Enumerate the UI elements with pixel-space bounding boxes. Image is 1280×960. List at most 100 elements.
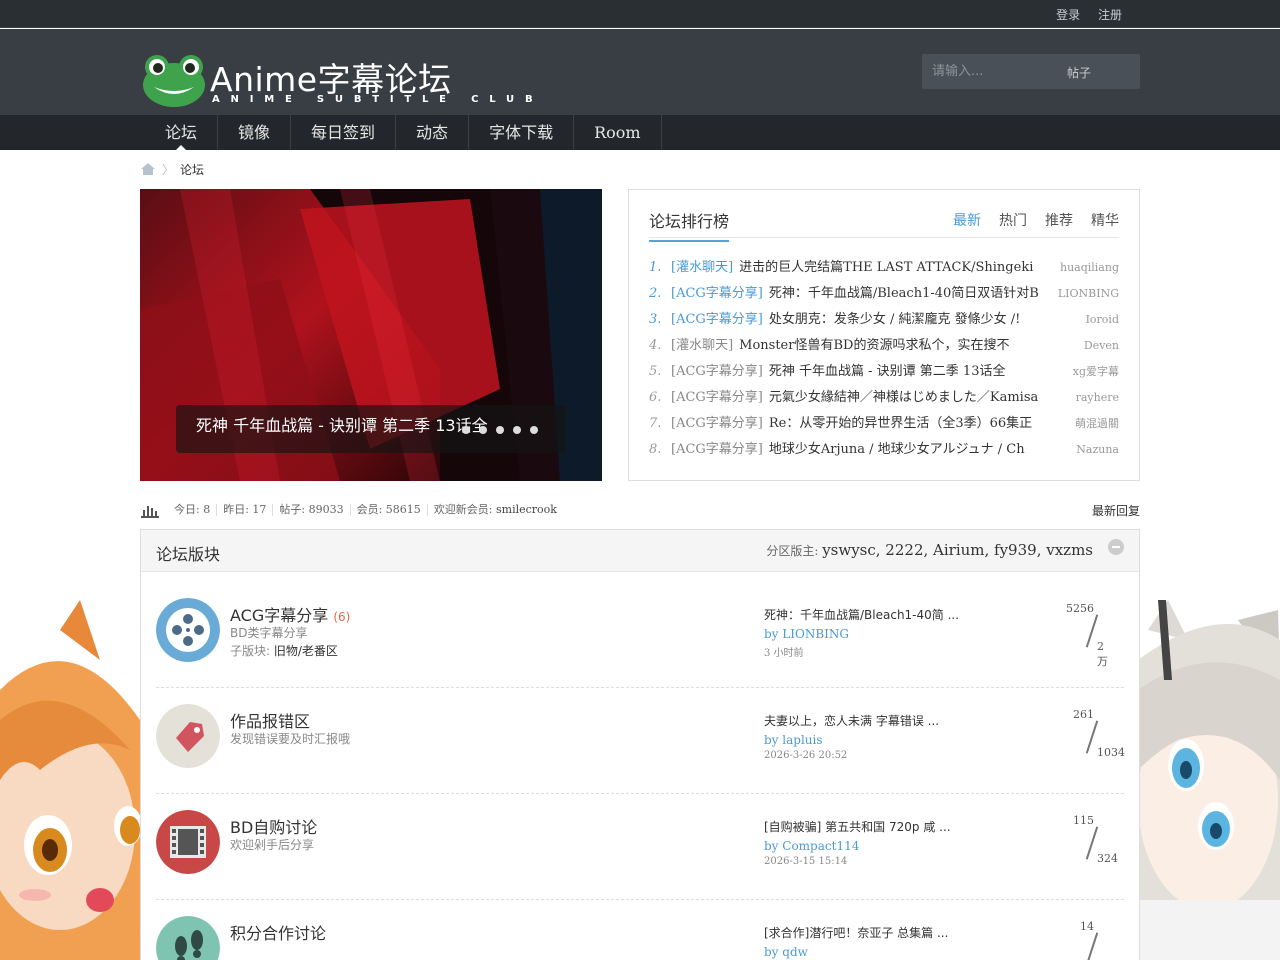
ranking-list: 1. [灌水聊天] 进击的巨人完结篇THE LAST ATTACK/Shingeki… — [649, 256, 1119, 464]
search-box: 帖子 — [922, 54, 1140, 89]
tag-icon — [156, 704, 220, 768]
forum-name[interactable]: ACG字幕分享 — [230, 606, 328, 625]
film-reel-icon — [156, 598, 220, 662]
frog-logo-icon — [143, 55, 205, 107]
slider-dot[interactable] — [462, 426, 470, 434]
forum-row-acg[interactable]: ACG字幕分享 (6) BD类字幕分享 子版块: 旧物/老番区 死神：千年血战篇… — [156, 582, 1124, 688]
slider-dot[interactable] — [496, 426, 504, 434]
forum-name[interactable]: BD自购讨论 — [230, 818, 317, 837]
thread-count: 14 — [1080, 920, 1094, 933]
ranking-header: 论坛排行榜 最新 热门 推荐 精华 — [649, 208, 1119, 242]
nav-item-forum[interactable]: 论坛 — [145, 115, 219, 150]
list-item[interactable]: 7. [ACG字幕分享] Re：从零开始的异世界生活（全3季）66集正 萌混過關 — [649, 412, 1119, 438]
board-header: 论坛版块 分区版主: yswysc, 2222, Airium, fy939, … — [141, 530, 1139, 572]
forum-description: 欢迎剁手后分享 — [230, 838, 315, 852]
forum-counts: 115 324 — [1064, 814, 1118, 874]
last-post-author[interactable]: by lapluis — [764, 733, 964, 747]
breadcrumb: 〉 论坛 — [140, 160, 204, 178]
list-item[interactable]: 1. [灌水聊天] 进击的巨人完结篇THE LAST ATTACK/Shingeki… — [649, 256, 1119, 282]
forum-name[interactable]: 作品报错区 — [230, 712, 310, 731]
moderators: 分区版主: yswysc, 2222, Airium, fy939, vxzms — [766, 541, 1093, 559]
post-count: 324 — [1097, 852, 1118, 865]
post-count: 2万 — [1097, 640, 1108, 668]
thread-count: 5256 — [1066, 602, 1094, 615]
thread-count: 261 — [1073, 708, 1094, 721]
count-divider — [1085, 932, 1099, 960]
main-nav: 论坛 镜像 每日签到 动态 字体下载 Room — [0, 115, 1280, 150]
list-item[interactable]: 3. [ACG字幕分享] 处女朋克：发条少女 / 純潔龐克 發條少女 /! Ioroi… — [649, 308, 1119, 334]
stat-today: 今日: 8 — [174, 503, 211, 516]
last-post-author[interactable]: by LIONBING — [764, 627, 964, 641]
stat-welcome: 欢迎新会员: smilecrook — [426, 503, 563, 516]
slider-dot[interactable] — [513, 426, 521, 434]
slider-dots — [462, 426, 547, 434]
tab-featured[interactable]: 精华 — [1091, 210, 1119, 230]
thread-count: 115 — [1073, 814, 1094, 827]
forum-row-coop[interactable]: 积分合作讨论 [求合作]潜行吧！奈亚子 总集篇 ... by qdw 14 — [156, 900, 1124, 960]
forum-description: 发现错误要及时汇报哦 — [230, 732, 351, 746]
slider-dot[interactable] — [479, 426, 487, 434]
site-logo[interactable]: Anime字幕论坛 ANIME SUBTITLE CLUB — [142, 53, 533, 113]
latest-reply-link[interactable]: 最新回复 — [1092, 502, 1140, 519]
forum-board: 论坛版块 分区版主: yswysc, 2222, Airium, fy939, … — [140, 529, 1140, 960]
forum-row-errors[interactable]: 作品报错区 发现错误要及时汇报哦 夫妻以上，恋人未满 字幕错误 ... by l… — [156, 688, 1125, 794]
nav-item-mirror[interactable]: 镜像 — [218, 115, 292, 150]
tab-hot[interactable]: 热门 — [999, 210, 1027, 230]
ranking-title: 论坛排行榜 — [649, 208, 730, 242]
list-item[interactable]: 8. [ACG字幕分享] 地球少女Arjuna / 地球少女アルジュナ / Ch Na… — [649, 438, 1119, 464]
search-type-select[interactable]: 帖子 — [1067, 64, 1091, 81]
last-post: 死神：千年血战篇/Bleach1-40简 ... by LIONBING 3 小… — [764, 606, 964, 659]
login-link[interactable]: 登录 — [1056, 8, 1080, 22]
sub-forums: 子版块: 旧物/老番区 — [230, 644, 338, 658]
anime-girl-right-image — [1138, 600, 1280, 960]
stat-yesterday: 昨日: 17 — [216, 504, 272, 516]
last-post-author[interactable]: by Compact114 — [764, 839, 964, 853]
last-post-title[interactable]: [自购被骗] 第五共和国 720p 咸 ... — [764, 818, 964, 835]
collapse-icon[interactable] — [1108, 539, 1124, 555]
last-post-time: 2026-3-26 20:52 — [764, 750, 848, 761]
list-item[interactable]: 5. [ACG字幕分享] 死神 千年血战篇 - 诀别谭 第二季 13话全 xg爱字幕 — [649, 360, 1119, 386]
last-post-title[interactable]: 夫妻以上，恋人未满 字幕错误 ... — [764, 712, 964, 729]
top-bar: 登录 注册 — [0, 0, 1280, 28]
last-post: 夫妻以上，恋人未满 字幕错误 ... by lapluis 2026-3-26 … — [764, 712, 964, 761]
anime-girl-left-image — [0, 600, 142, 960]
last-post-time: 3 小时前 — [764, 648, 804, 659]
search-input[interactable] — [922, 54, 1057, 89]
breadcrumb-current[interactable]: 论坛 — [180, 161, 204, 178]
nav-item-checkin[interactable]: 每日签到 — [291, 115, 397, 150]
list-item[interactable]: 2. [ACG字幕分享] 死神：千年血战篇/Bleach1-40简日双语针对B LIO… — [649, 282, 1119, 308]
last-post-title[interactable]: [求合作]潜行吧！奈亚子 总集篇 ... — [764, 924, 964, 941]
sub-forum-link[interactable]: 旧物/老番区 — [274, 644, 338, 658]
new-post-count: (6) — [333, 610, 351, 624]
list-item[interactable]: 4. [灌水聊天] Monster怪兽有BD的资源吗求私个，实在搜不 Deven — [649, 334, 1119, 360]
header: Anime字幕论坛 ANIME SUBTITLE CLUB 帖子 — [0, 29, 1280, 115]
last-post-title[interactable]: 死神：千年血战篇/Bleach1-40简 ... — [764, 606, 964, 623]
last-post-author[interactable]: by qdw — [764, 945, 964, 959]
site-subtitle: ANIME SUBTITLE CLUB — [212, 94, 544, 105]
nav-item-fonts[interactable]: 字体下载 — [469, 115, 575, 150]
home-icon[interactable] — [140, 162, 156, 176]
nav-item-room[interactable]: Room — [574, 115, 662, 150]
last-post: [自购被骗] 第五共和国 720p 咸 ... by Compact114 20… — [764, 818, 964, 867]
stat-posts: 帖子: 89033 — [272, 504, 349, 516]
forum-row-bd[interactable]: BD自购讨论 欢迎剁手后分享 [自购被骗] 第五共和国 720p 咸 ... b… — [156, 794, 1124, 900]
tab-recommended[interactable]: 推荐 — [1045, 210, 1073, 230]
list-item[interactable]: 6. [ACG字幕分享] 元氣少女緣結神／神様はじめました／Kamisa rayher… — [649, 386, 1119, 412]
post-count: 1034 — [1097, 746, 1125, 759]
new-member-link[interactable]: smilecrook — [496, 503, 557, 516]
last-post-time: 2026-3-15 15:14 — [764, 856, 848, 867]
forum-counts: 261 1034 — [1064, 708, 1125, 768]
nav-item-feed[interactable]: 动态 — [396, 115, 470, 150]
moderator-list[interactable]: yswysc, 2222, Airium, fy939, vxzms — [822, 541, 1093, 559]
register-link[interactable]: 注册 — [1098, 8, 1122, 22]
forum-name[interactable]: 积分合作讨论 — [230, 924, 326, 943]
forum-counts: 5256 2万 — [1064, 602, 1114, 668]
image-slider[interactable]: 死神 千年血战篇 - 诀别谭 第二季 13话全 — [140, 189, 602, 481]
tab-latest[interactable]: 最新 — [953, 210, 981, 230]
stat-members: 会员: 58615 — [349, 504, 427, 516]
forum-stats: 今日: 8 昨日: 17 帖子: 89033 会员: 58615 欢迎新会员: … — [140, 500, 1140, 520]
last-post: [求合作]潜行吧！奈亚子 总集篇 ... by qdw — [764, 924, 964, 960]
board-title: 论坛版块 — [156, 545, 221, 564]
forum-counts: 14 — [1064, 920, 1114, 960]
slider-dot[interactable] — [530, 426, 538, 434]
